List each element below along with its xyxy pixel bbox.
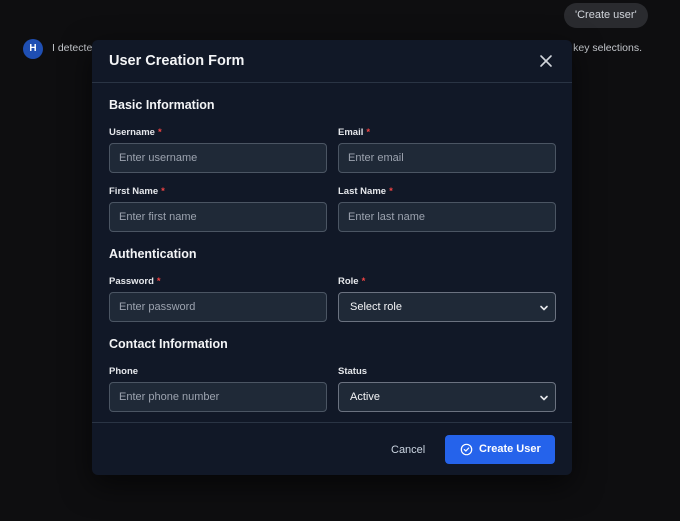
required-marker: *: [161, 186, 165, 197]
status-select-value: Active: [350, 391, 380, 403]
first-name-label: First Name *: [109, 186, 165, 197]
section-authentication: Authentication: [109, 247, 197, 261]
chevron-down-icon: [540, 395, 548, 401]
phone-label: Phone: [109, 366, 139, 377]
username-input[interactable]: [109, 143, 327, 173]
phone-input[interactable]: [109, 382, 327, 412]
role-label: Role *: [338, 276, 366, 287]
password-label: Password *: [109, 276, 161, 287]
assistant-avatar: H: [23, 39, 43, 59]
cancel-button[interactable]: Cancel: [381, 437, 435, 463]
user-creation-modal: User Creation Form Basic Information Use…: [92, 40, 572, 475]
required-marker: *: [156, 276, 161, 287]
chevron-down-icon: [540, 305, 548, 311]
section-basic-information: Basic Information: [109, 98, 215, 112]
check-circle-icon: [460, 443, 473, 456]
close-button[interactable]: [536, 51, 556, 71]
role-select-value: Select role: [350, 301, 402, 313]
chat-background: 'Create user' H I detected n key selecti…: [0, 0, 680, 521]
role-select[interactable]: Select role: [338, 292, 556, 322]
create-user-button[interactable]: Create User: [445, 435, 555, 464]
last-name-label: Last Name *: [338, 186, 393, 197]
user-message-bubble: 'Create user': [564, 3, 648, 28]
first-name-input[interactable]: [109, 202, 327, 232]
assistant-message-end: n key selections.: [564, 42, 642, 54]
modal-footer: Cancel Create User: [92, 422, 572, 475]
email-label: Email *: [338, 127, 371, 138]
required-marker: *: [366, 127, 371, 138]
last-name-input[interactable]: [338, 202, 556, 232]
section-contact-information: Contact Information: [109, 337, 228, 351]
create-user-label: Create User: [479, 443, 541, 455]
email-input[interactable]: [338, 143, 556, 173]
required-marker: *: [157, 127, 162, 138]
status-label: Status: [338, 366, 368, 377]
modal-header: User Creation Form: [92, 40, 572, 83]
status-select[interactable]: Active: [338, 382, 556, 412]
required-marker: *: [361, 276, 366, 287]
required-marker: *: [389, 186, 393, 197]
close-icon: [540, 55, 552, 67]
username-label: Username *: [109, 127, 162, 138]
password-input[interactable]: [109, 292, 327, 322]
modal-title: User Creation Form: [109, 53, 245, 69]
